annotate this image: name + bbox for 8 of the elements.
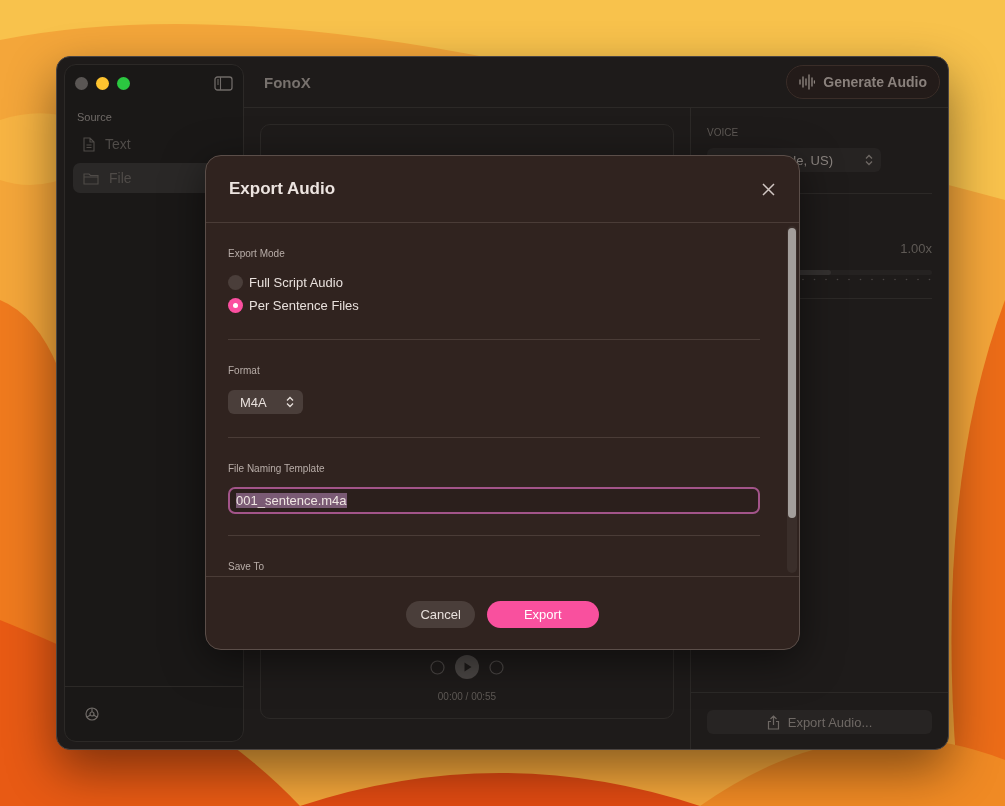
speed-reading: 1.00x: [900, 241, 932, 256]
voice-label: VOICE: [707, 127, 740, 138]
app-title: FonoX: [264, 73, 311, 91]
field-label: Export Mode: [228, 248, 285, 259]
field-label: File Naming Template: [228, 463, 325, 474]
field-label: Format: [228, 365, 260, 376]
field-label: Save To: [228, 561, 264, 572]
section-label: Source: [76, 110, 113, 125]
